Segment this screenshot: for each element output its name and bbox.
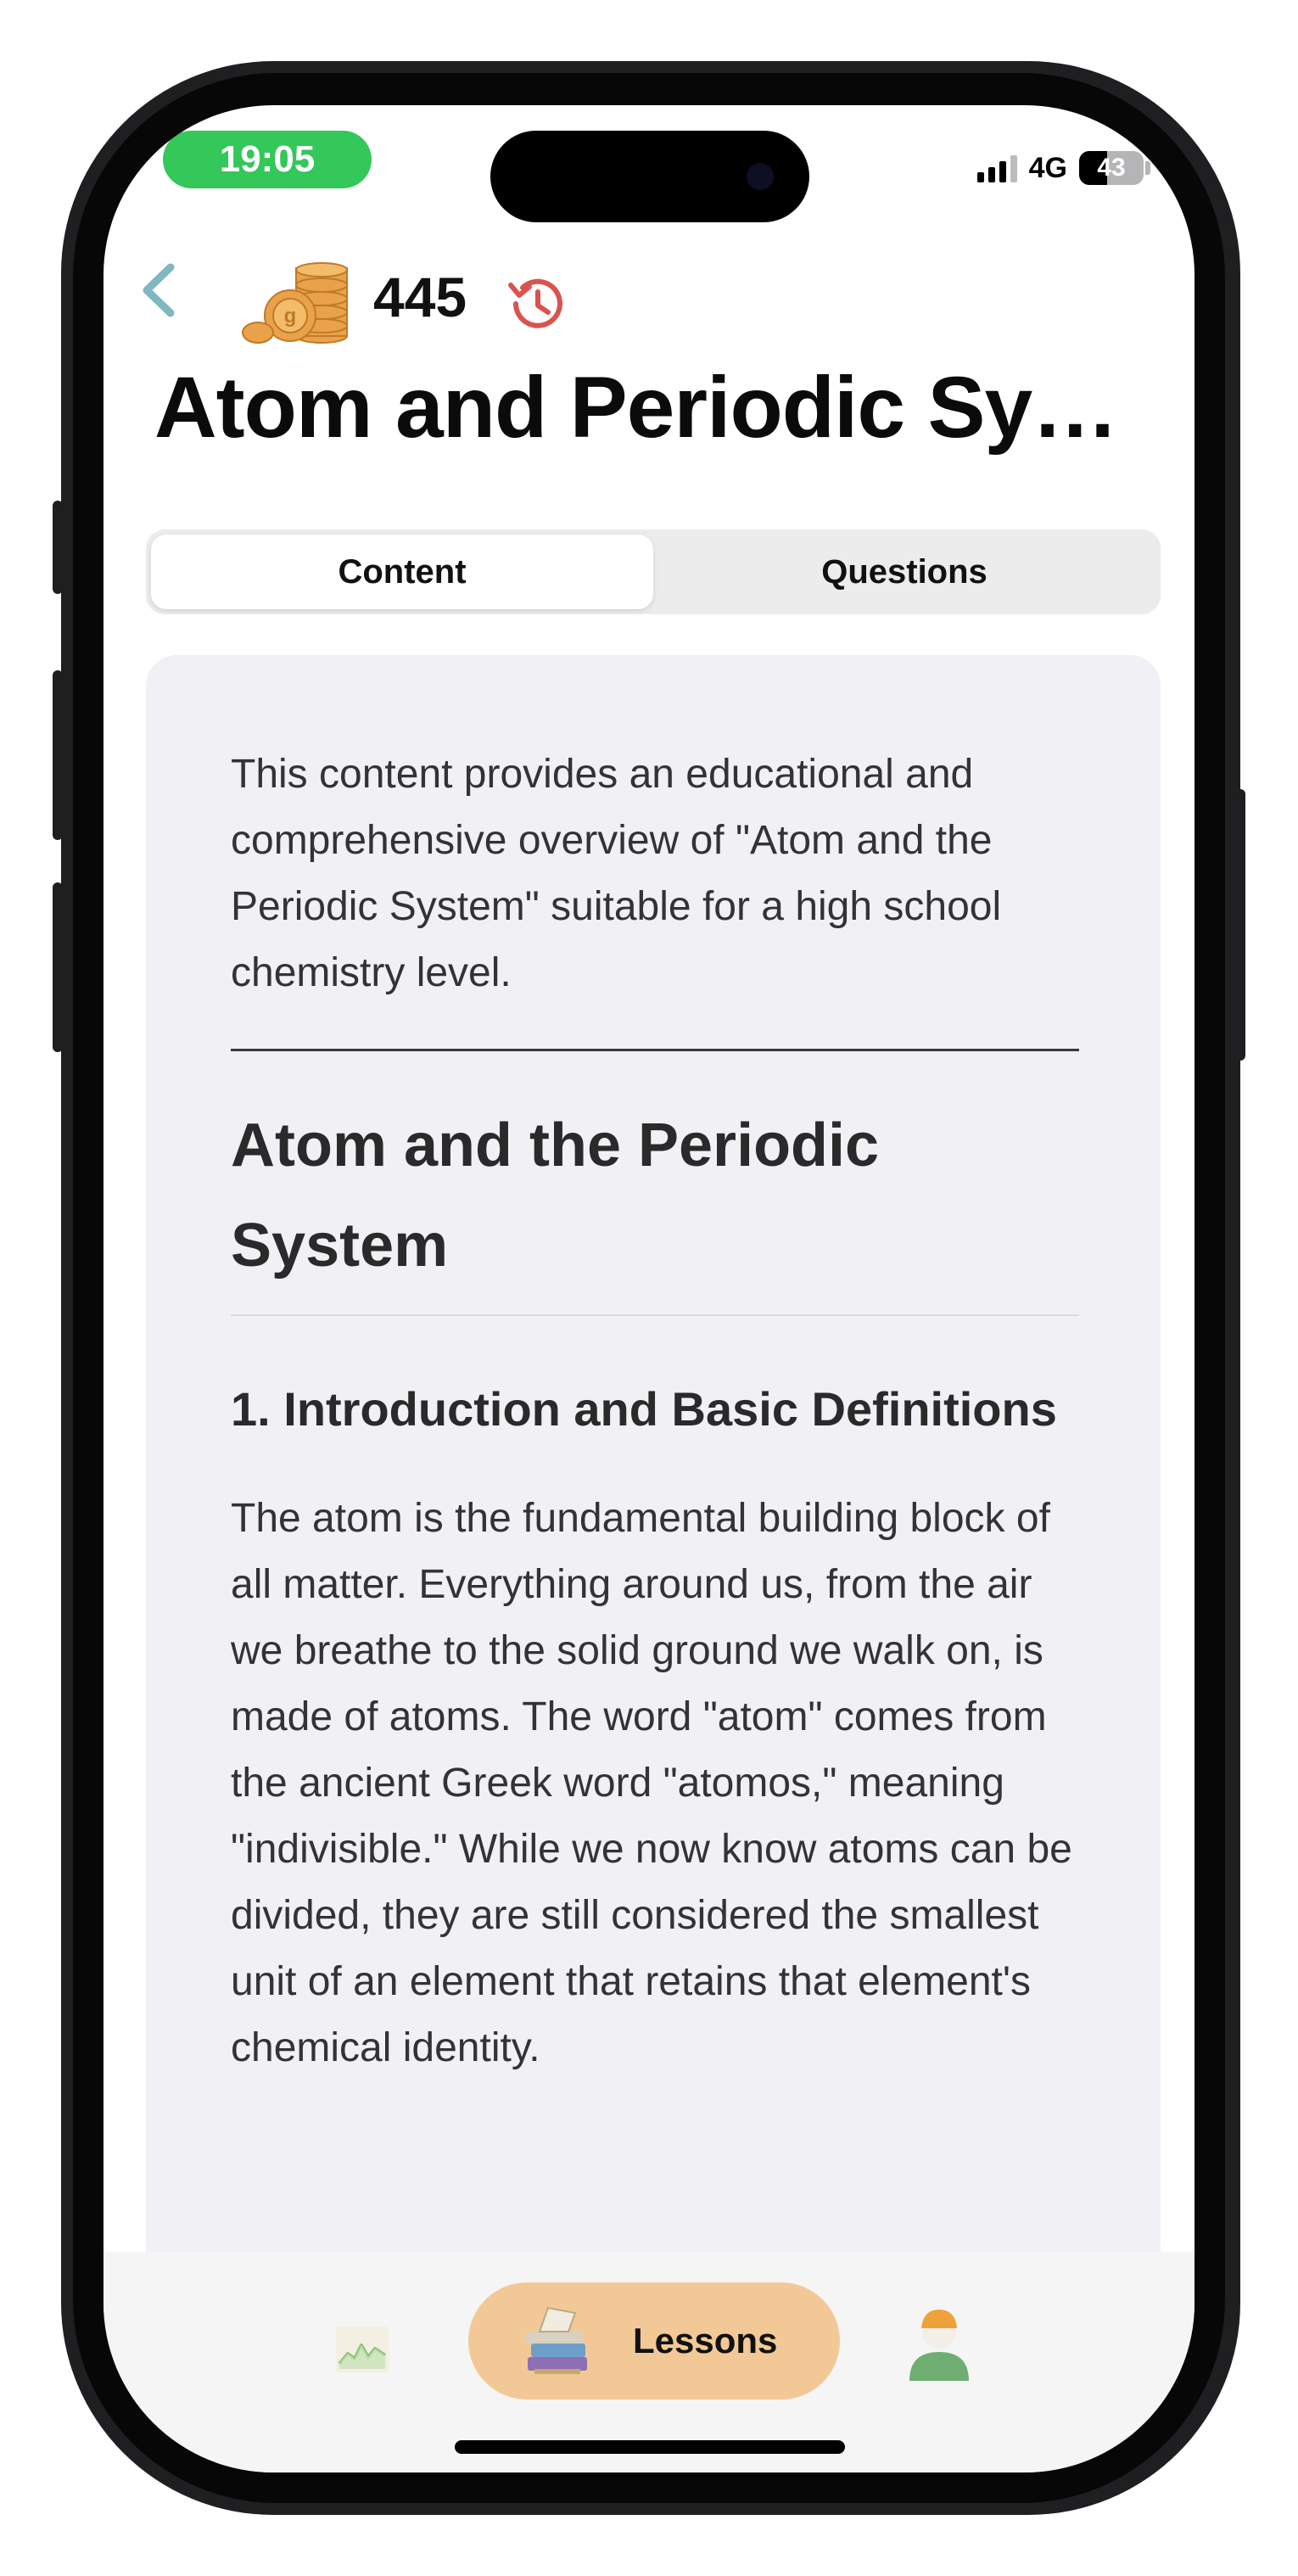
back-button[interactable] xyxy=(129,256,188,324)
heading-underline xyxy=(231,1314,1079,1316)
books-icon xyxy=(526,2306,587,2374)
svg-text:g: g xyxy=(284,305,297,328)
dynamic-island xyxy=(490,131,809,222)
lessons-label: Lessons xyxy=(633,2321,778,2360)
segmented-control: Content Questions xyxy=(146,529,1161,614)
network-label: 4G xyxy=(1028,151,1067,184)
history-icon[interactable] xyxy=(502,270,570,338)
camera-icon xyxy=(747,163,774,190)
volume-down-button xyxy=(53,882,63,1052)
section-heading: 1. Introduction and Basic Definitions xyxy=(231,1382,1057,1436)
tab-lessons[interactable]: Lessons xyxy=(468,2282,840,2400)
coin-balance: 445 xyxy=(373,266,467,328)
tab-questions[interactable]: Questions xyxy=(653,535,1155,609)
section-text: The atom is the fundamental building blo… xyxy=(231,1496,1072,2070)
content-card[interactable]: This content provides an educational and… xyxy=(146,655,1161,2284)
app-screen: 19:05 4G 43 g 445 Atom and Periodic Sy… … xyxy=(104,105,1194,2472)
profile-icon[interactable] xyxy=(901,2299,977,2384)
coin-stack-icon: g xyxy=(242,262,348,344)
divider xyxy=(231,1049,1079,1051)
status-indicators: 4G 43 xyxy=(976,149,1150,187)
battery-tip xyxy=(1145,161,1150,175)
intro-text: This content provides an educational and… xyxy=(231,752,1002,995)
mute-switch xyxy=(53,501,63,594)
content-heading: Atom and the Periodic System xyxy=(231,1112,880,1280)
page-title: Atom and Periodic Sy… xyxy=(154,359,1118,456)
power-button xyxy=(1235,789,1245,1061)
battery-level: 43 xyxy=(1097,154,1126,182)
status-time: 19:05 xyxy=(163,131,372,188)
chevron-left-icon xyxy=(143,263,175,317)
chart-icon[interactable] xyxy=(333,2320,392,2379)
home-indicator xyxy=(455,2440,845,2454)
volume-up-button xyxy=(53,670,63,840)
signal-icon xyxy=(976,154,1017,182)
tab-content[interactable]: Content xyxy=(151,535,653,609)
battery-icon: 43 xyxy=(1079,151,1144,185)
bottom-tab-bar: Lessons xyxy=(104,2252,1194,2472)
